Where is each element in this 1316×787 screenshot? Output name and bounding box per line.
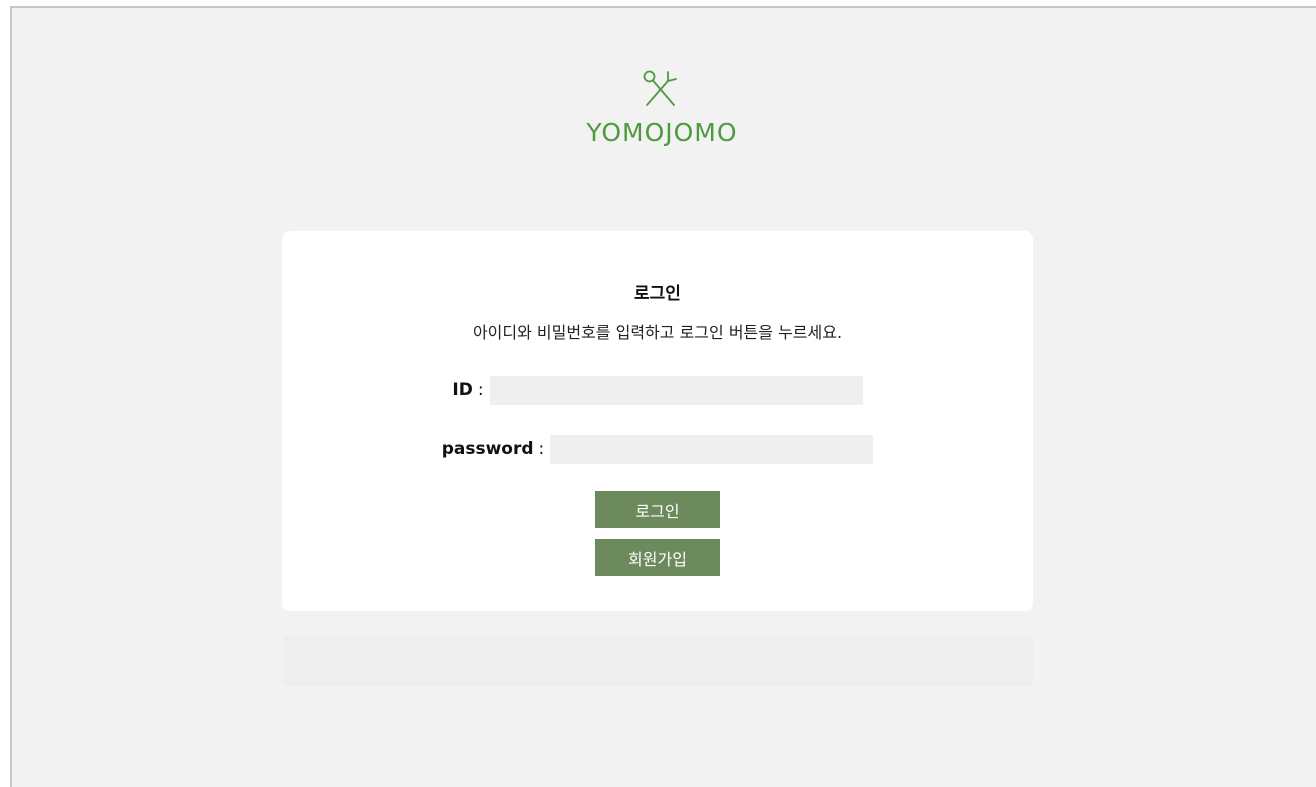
footer-bar [284, 636, 1033, 686]
login-title: 로그인 [634, 284, 681, 304]
brand-name: YOMOJOMO [586, 118, 738, 147]
id-label: ID [452, 380, 473, 400]
password-input[interactable] [550, 434, 874, 464]
page-frame: YOMOJOMO 로그인 아이디와 비밀번호를 입력하고 로그인 버튼을 누르세… [10, 6, 1316, 787]
brand-logo[interactable]: YOMOJOMO [572, 68, 752, 163]
signup-button[interactable]: 회원가입 [595, 539, 720, 576]
utensils-logo-icon [643, 70, 677, 106]
password-field-row: password : [282, 434, 1033, 464]
password-label: password [441, 439, 534, 459]
login-card: 로그인 아이디와 비밀번호를 입력하고 로그인 버튼을 누르세요. ID : p… [282, 231, 1033, 611]
id-input[interactable] [489, 375, 863, 405]
id-colon: : [477, 380, 484, 400]
id-field-row: ID : [282, 375, 1033, 405]
password-colon: : [538, 439, 545, 459]
login-description: 아이디와 비밀번호를 입력하고 로그인 버튼을 누르세요. [472, 323, 843, 342]
login-button[interactable]: 로그인 [595, 491, 720, 528]
